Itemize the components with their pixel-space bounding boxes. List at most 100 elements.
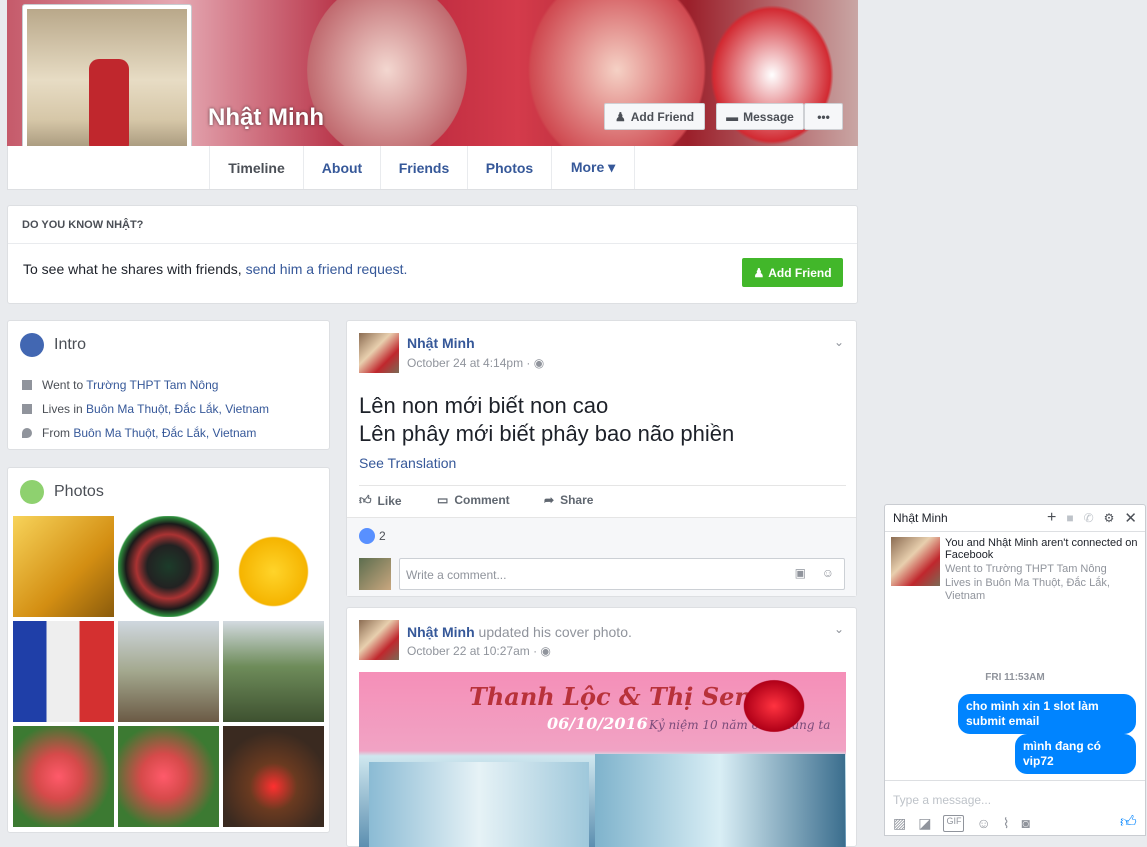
divider [359, 485, 846, 486]
photo-panel [369, 762, 589, 847]
post-text: Lên non mới biết non cao Lên phây mới bi… [359, 392, 734, 448]
more-options-button[interactable]: ••• [804, 103, 843, 130]
post-time: October 22 at 10:27am · [407, 644, 541, 658]
chevron-down-icon[interactable]: ⌄ [834, 622, 844, 636]
author-avatar[interactable] [359, 620, 399, 660]
photo-thumbnail[interactable] [223, 516, 324, 617]
know-text: To see what he shares with friends, [23, 261, 246, 277]
add-friend-button[interactable]: ♟ Add Friend [604, 103, 705, 130]
tab-friends[interactable]: Friends [380, 146, 467, 189]
chat-school: Went to Trường THPT Tam Nông [945, 563, 1107, 575]
intro-link-school[interactable]: Trường THPT Tam Nông [86, 378, 218, 392]
close-icon[interactable]: ✕ [1124, 509, 1137, 527]
emoji-icon[interactable]: ☺ [822, 566, 834, 580]
banner-date: 06/10/2016 [547, 714, 648, 733]
chat-header[interactable]: Nhật Minh + ■ ✆ ⚙ ✕ [885, 505, 1145, 532]
likes-summary[interactable]: 2 [359, 528, 386, 544]
divider [885, 780, 1145, 781]
intro-link-lives[interactable]: Buôn Ma Thuột, Đắc Lắk, Vietnam [86, 402, 269, 416]
camera-icon[interactable]: ▣ [795, 566, 806, 580]
tab-about[interactable]: About [303, 146, 380, 189]
comment-button[interactable]: ▭ Comment [437, 493, 510, 507]
photo-thumbnail[interactable] [118, 516, 219, 617]
chat-avatar[interactable] [891, 537, 940, 586]
post-time: October 24 at 4:14pm · [407, 356, 534, 370]
do-you-know-card: DO YOU KNOW NHẬT? To see what he shares … [7, 205, 858, 304]
post-timestamp[interactable]: October 24 at 4:14pm · ◉ [407, 356, 544, 370]
post-card: Nhật Minh October 24 at 4:14pm · ◉ ⌄ Lên… [346, 320, 857, 597]
photo-thumbnail[interactable] [13, 621, 114, 722]
intro-item-school: Went to Trường THPT Tam Nông [22, 378, 218, 392]
message-button[interactable]: ▬ Message [716, 103, 804, 130]
intro-item-from: From Buôn Ma Thuột, Đắc Lắk, Vietnam [22, 426, 256, 440]
more-options-icon: ••• [817, 109, 830, 124]
see-translation-link[interactable]: See Translation [359, 455, 456, 471]
tab-timeline[interactable]: Timeline [209, 146, 303, 189]
share-label: Share [560, 493, 594, 507]
do-you-know-title: DO YOU KNOW NHẬT? [8, 206, 857, 244]
intro-item-lives: Lives in Buôn Ma Thuột, Đắc Lắk, Vietnam [22, 402, 269, 416]
school-icon [22, 380, 32, 390]
chat-title[interactable]: Nhật Minh [893, 511, 948, 525]
gear-icon[interactable]: ⚙ [1104, 511, 1115, 525]
photo-icon[interactable]: ▨ [893, 815, 906, 832]
photo-thumbnail[interactable] [13, 726, 114, 827]
video-call-icon[interactable]: ■ [1066, 511, 1073, 525]
chat-timestamp: FRI 11:53AM [985, 672, 1045, 683]
do-you-know-text: To see what he shares with friends, send… [23, 261, 407, 277]
chat-notice: You and Nhật Minh aren't connected on Fa… [945, 537, 1138, 561]
viewer-avatar [359, 558, 391, 590]
intro-prefix: From [42, 426, 74, 440]
comments-area: 2 Write a comment... ▣ ☺ [347, 517, 856, 596]
add-friend-green-label: Add Friend [768, 265, 832, 280]
intro-link-from[interactable]: Buôn Ma Thuột, Đắc Lắk, Vietnam [73, 426, 256, 440]
attachment-icon[interactable]: ⌇ [1003, 815, 1010, 832]
post-timestamp[interactable]: October 22 at 10:27am · ◉ [407, 644, 551, 658]
camera-icon[interactable]: ◙ [1022, 815, 1030, 832]
rose-decoration [739, 676, 809, 736]
profile-name[interactable]: Nhật Minh [208, 104, 324, 132]
message-label: Message [743, 109, 794, 124]
chevron-down-icon[interactable]: ⌄ [834, 335, 844, 349]
photo-thumbnail[interactable] [13, 516, 114, 617]
photo-thumbnail[interactable] [118, 726, 219, 827]
photo-thumbnail[interactable] [223, 621, 324, 722]
photos-icon [20, 480, 44, 504]
photos-title[interactable]: Photos [54, 483, 104, 501]
post-author[interactable]: Nhật Minh [407, 335, 475, 351]
phone-icon[interactable]: ✆ [1084, 511, 1094, 525]
message-input[interactable]: Type a message... [893, 793, 991, 807]
add-friend-icon: ♟ [614, 109, 626, 124]
photo-panel [595, 754, 845, 847]
add-friend-label: Add Friend [630, 109, 695, 124]
like-reaction-icon [359, 528, 375, 544]
gif-icon[interactable]: GIF [943, 815, 965, 832]
post-author[interactable]: Nhật Minh [407, 624, 475, 640]
intro-card: Intro Went to Trường THPT Tam Nông Lives… [7, 320, 330, 450]
message-icon: ▬ [726, 109, 739, 124]
photo-thumbnail[interactable] [118, 621, 219, 722]
thumbs-up-icon[interactable]: 👍︎ [1120, 813, 1137, 832]
sticker-icon[interactable]: ◪ [918, 815, 931, 832]
add-person-icon[interactable]: + [1047, 509, 1056, 527]
tab-photos[interactable]: Photos [467, 146, 551, 189]
share-button[interactable]: ➦ Share [544, 493, 593, 507]
friend-request-link[interactable]: send him a friend request. [246, 261, 408, 277]
globe-icon: ◉ [540, 644, 551, 658]
tab-more[interactable]: More ▾ [551, 146, 635, 189]
cover-photo-image[interactable]: Thanh Lộc & Thị Sen 06/10/2016 Kỷ niệm 1… [359, 672, 846, 847]
add-friend-green-button[interactable]: ♟ Add Friend [742, 258, 843, 287]
emoji-icon[interactable]: ☺ [976, 815, 990, 832]
post-line: Lên non mới biết non cao [359, 393, 609, 418]
photos-card: Photos [7, 467, 330, 833]
cover-decoration [307, 0, 467, 146]
comment-input[interactable]: Write a comment... ▣ ☺ [399, 558, 845, 590]
profile-nav: Timeline About Friends Photos More ▾ [7, 146, 858, 190]
like-button[interactable]: 👍︎ Like [359, 493, 402, 508]
like-label: Like [377, 493, 402, 508]
photo-thumbnail[interactable] [223, 726, 324, 827]
comment-label: Comment [454, 493, 510, 507]
author-avatar[interactable] [359, 333, 399, 373]
globe-icon: ◉ [533, 356, 545, 370]
chat-message: cho mình xin 1 slot làm submit email [958, 694, 1136, 734]
